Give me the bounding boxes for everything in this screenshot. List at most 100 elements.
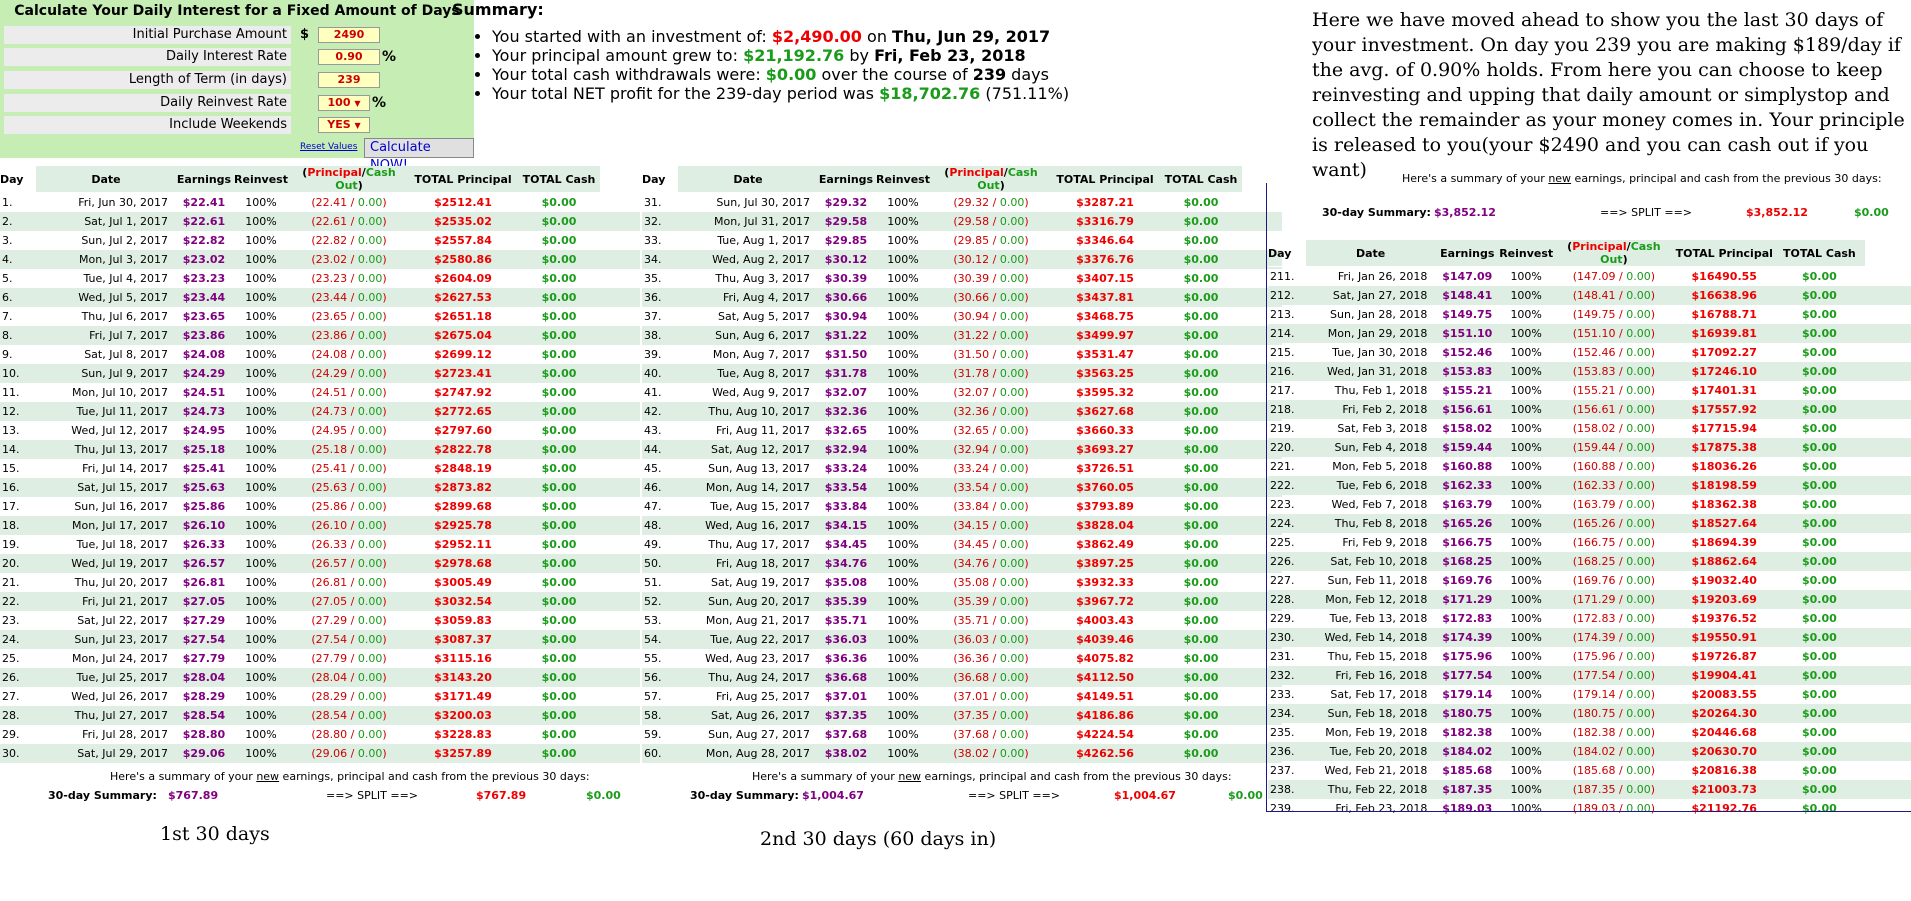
paren: ): [1024, 367, 1029, 380]
table-row: 46. Mon, Aug 14, 2017 $33.54 100% (33.54 / 0…: [642, 478, 1282, 497]
table-row: 60. Mon, Aug 28, 2017 $38.02 100% (38.02 / 0…: [642, 744, 1282, 763]
date-cell: Mon, Jul 3, 2017: [36, 250, 176, 269]
reinvest-cell: 100%: [887, 272, 919, 285]
day-number: 24.: [0, 630, 36, 649]
date-cell: Fri, Feb 2, 2018: [1305, 400, 1436, 419]
earnings-cell: $162.33: [1435, 476, 1500, 495]
table-row: 24. Sun, Jul 23, 2017 $27.54 100% (27.54 / 0…: [0, 630, 640, 649]
day-number: 45.: [644, 462, 662, 475]
cashout-value: 0.00: [999, 519, 1025, 532]
total-principal-cell: $17246.10: [1674, 362, 1774, 381]
summary-earnings: $3,852.12: [1434, 206, 1496, 219]
day-number: 2.: [0, 212, 36, 231]
day-number: 54.: [642, 630, 678, 649]
column-header: TOTAL Principal: [408, 166, 518, 193]
principal-cashout-cell: (33.84 / 0.00): [953, 500, 1029, 513]
paren: ): [1650, 631, 1656, 644]
cashout-value: 0.00: [357, 367, 383, 380]
day-number: 213.: [1270, 308, 1295, 321]
paren: ): [382, 424, 387, 437]
total-cash-cell: $0.00: [1183, 728, 1219, 741]
earnings-cell: $160.88: [1442, 460, 1493, 473]
spacer-cell: [600, 649, 640, 668]
reinvest-cell: 100%: [887, 576, 919, 589]
principal-cashout-cell: (179.14 / 0.00): [1572, 688, 1656, 701]
principal-value: 33.54: [957, 481, 990, 494]
reinvest-cell: 100%: [887, 462, 919, 475]
day-number: 26.: [0, 668, 36, 687]
day-number: 36.: [642, 288, 678, 307]
reinvest-cell: 100%: [245, 348, 277, 361]
calculate-button[interactable]: Calculate NOW!: [364, 138, 474, 173]
reinvest-rate-select[interactable]: 100 ▼: [318, 95, 370, 111]
cashout-value: 0.00: [1626, 308, 1651, 321]
daily-rate-input[interactable]: 0.90: [318, 49, 380, 65]
earnings-cell: $172.83: [1442, 612, 1493, 625]
table-row: 22. Fri, Jul 21, 2017 $27.05 100% (27.05 / 0…: [0, 592, 640, 611]
date-cell: Fri, Jan 26, 2018: [1337, 270, 1428, 283]
cashout-value: 0.00: [999, 709, 1025, 722]
table-row: 226. Sat, Feb 10, 2018 $168.25 100% (168.25 …: [1268, 552, 1911, 571]
field-label: Initial Purchase Amount: [4, 26, 291, 44]
total-principal-cell: $2747.92: [434, 386, 492, 399]
total-cash-cell: $0.00: [541, 196, 577, 209]
cashout-value: 0.00: [999, 405, 1025, 418]
reset-values-link[interactable]: Reset Values: [300, 142, 357, 152]
weekends-select[interactable]: YES ▼: [318, 117, 370, 133]
principal-value: 28.80: [315, 728, 348, 741]
earnings-cell: $174.39: [1435, 628, 1500, 647]
total-cash-cell: $0.00: [1801, 308, 1837, 321]
principal-cashout-cell: (36.68 / 0.00): [932, 668, 1050, 687]
total-principal-cell: $4149.51: [1076, 690, 1134, 703]
paren: ): [1650, 536, 1656, 549]
principal-cashout-cell: (36.36 / 0.00): [953, 652, 1029, 665]
date-cell: Tue, Aug 22, 2017: [678, 630, 818, 649]
day-number: 6.: [0, 288, 36, 307]
summary-cash: $0.00: [1854, 206, 1889, 219]
cashout-value: 0.00: [1626, 498, 1651, 511]
total-principal-cell: $2952.11: [434, 538, 492, 551]
table-row: 45. Sun, Aug 13, 2017 $33.24 100% (33.24 / 0…: [642, 459, 1282, 478]
principal-value: 31.78: [957, 367, 990, 380]
summary-text: You started with an investment of:: [492, 27, 772, 46]
term-length-input[interactable]: 239: [318, 72, 380, 88]
total-principal-cell: $2822.78: [408, 440, 518, 459]
date-cell: Thu, Feb 1, 2018: [1334, 384, 1428, 397]
principal-value: 162.33: [1577, 479, 1616, 492]
date-cell: Fri, Feb 23, 2018: [1335, 802, 1428, 815]
summary-cash: $0.00: [1228, 789, 1263, 802]
total-principal-cell: $19376.52: [1691, 612, 1757, 625]
cashout-value: 0.00: [999, 633, 1025, 646]
spacer-cell: [600, 668, 640, 687]
principal-cashout-cell: (163.79 / 0.00): [1572, 498, 1656, 511]
principal-value: 32.65: [957, 424, 990, 437]
paren: ): [1024, 462, 1029, 475]
paren: ): [1024, 671, 1029, 684]
date-cell: Sun, Jul 2, 2017: [81, 234, 168, 247]
total-principal-cell: $20816.38: [1691, 764, 1757, 777]
initial-amount-input[interactable]: 2490: [318, 27, 380, 43]
principal-value: 27.79: [315, 652, 348, 665]
date-cell: Sat, Jul 1, 2017: [36, 212, 176, 231]
date-cell: Thu, Feb 15, 2018: [1327, 650, 1428, 663]
earnings-cell: $25.41: [182, 462, 226, 475]
earnings-cell: $177.54: [1435, 666, 1500, 685]
spacer-cell: [600, 212, 640, 231]
note-text: new: [898, 770, 922, 783]
total-principal-cell: $3726.51: [1076, 462, 1134, 475]
paren: ): [1024, 595, 1029, 608]
table-row: 48. Wed, Aug 16, 2017 $34.15 100% (34.15 / 0…: [642, 516, 1282, 535]
principal-value: 30.66: [957, 291, 990, 304]
total-principal-cell: $2580.86: [408, 250, 518, 269]
column-header: TOTAL Principal: [1674, 240, 1774, 267]
earnings-cell: $25.86: [182, 500, 226, 513]
total-cash-cell: $0.00: [518, 364, 600, 383]
principal-cashout-cell: (23.86 / 0.00): [290, 326, 408, 345]
total-principal-cell: $18862.64: [1674, 552, 1774, 571]
date-cell: Sat, Feb 17, 2018: [1330, 688, 1428, 701]
daily-rate-row: Daily Interest Rate 0.90 %: [0, 48, 400, 67]
principal-value: 22.61: [315, 215, 348, 228]
total-principal-cell: $17092.27: [1691, 346, 1757, 359]
spacer-cell: [600, 573, 640, 592]
date-cell: Sun, Feb 18, 2018: [1305, 704, 1436, 723]
